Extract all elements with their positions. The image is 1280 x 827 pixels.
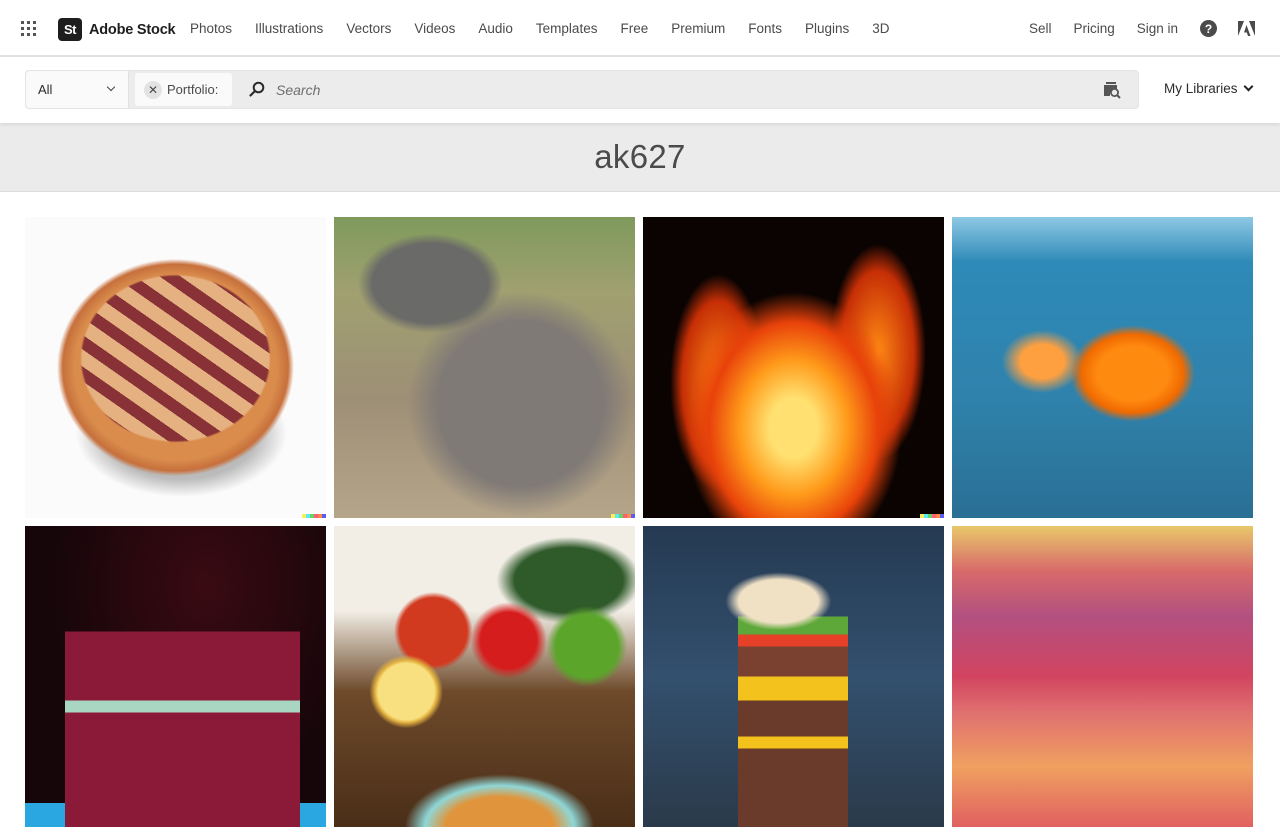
result-image-cake[interactable] <box>25 526 326 827</box>
asset-type-dropdown[interactable]: All <box>26 71 129 108</box>
search-bar-section: All ✕ Portfolio: My Libraries <box>0 57 1280 123</box>
nav-link-audio[interactable]: Audio <box>478 21 513 36</box>
visual-search-icon[interactable] <box>1103 81 1121 99</box>
ai-generated-badge-icon <box>920 514 944 518</box>
result-image-burger[interactable] <box>643 526 944 827</box>
search-input[interactable] <box>276 74 1076 105</box>
chevron-down-icon <box>106 82 116 92</box>
remove-filter-close-icon[interactable]: ✕ <box>144 80 162 99</box>
top-navigation: St Adobe Stock Photos Illustrations Vect… <box>0 0 1280 57</box>
nav-link-videos[interactable]: Videos <box>414 21 455 36</box>
ai-generated-badge-icon <box>611 514 635 518</box>
stock-logo-icon: St <box>58 18 82 41</box>
result-image-pie[interactable] <box>25 217 326 518</box>
results-grid <box>25 217 1253 827</box>
nav-link-illustrations[interactable]: Illustrations <box>255 21 323 36</box>
sign-in-link[interactable]: Sign in <box>1137 21 1178 36</box>
nav-link-templates[interactable]: Templates <box>536 21 598 36</box>
sell-link[interactable]: Sell <box>1029 21 1052 36</box>
my-libraries-button[interactable]: My Libraries <box>1164 81 1253 96</box>
adobe-stock-logo[interactable]: St Adobe Stock <box>58 18 176 41</box>
portfolio-title: ak627 <box>594 138 686 175</box>
adobe-logo-icon[interactable] <box>1238 21 1255 36</box>
ai-generated-badge-icon <box>302 514 326 518</box>
nav-link-fonts[interactable]: Fonts <box>748 21 782 36</box>
account-nav: Sell Pricing Sign in ? <box>1029 0 1280 57</box>
chevron-down-icon <box>1243 81 1253 92</box>
portfolio-chip-label: Portfolio: <box>167 82 219 97</box>
result-image-kangaroo[interactable] <box>334 217 635 518</box>
search-box: All ✕ Portfolio: <box>25 70 1139 109</box>
pricing-link[interactable]: Pricing <box>1073 21 1114 36</box>
asset-type-value: All <box>38 82 53 97</box>
result-image-sunset[interactable] <box>952 526 1253 827</box>
brand-name: Adobe Stock <box>89 21 176 38</box>
result-image-goldfish[interactable] <box>952 217 1253 518</box>
category-nav: Photos Illustrations Vectors Videos Audi… <box>190 0 890 57</box>
help-icon[interactable]: ? <box>1200 20 1217 37</box>
pie-lattice-graphic <box>49 247 302 470</box>
my-libraries-label: My Libraries <box>1164 81 1238 96</box>
result-image-vegetables[interactable] <box>334 526 635 827</box>
nav-link-premium[interactable]: Premium <box>671 21 725 36</box>
portfolio-filter-chip: ✕ Portfolio: <box>135 73 232 106</box>
result-image-fire[interactable] <box>643 217 944 518</box>
search-icon <box>249 81 265 97</box>
nav-link-vectors[interactable]: Vectors <box>346 21 391 36</box>
app-switcher-grid-icon[interactable] <box>21 21 36 36</box>
nav-link-photos[interactable]: Photos <box>190 21 232 36</box>
nav-link-plugins[interactable]: Plugins <box>805 21 849 36</box>
portfolio-header: ak627 <box>0 123 1280 192</box>
nav-link-free[interactable]: Free <box>620 21 648 36</box>
nav-link-3d[interactable]: 3D <box>872 21 889 36</box>
